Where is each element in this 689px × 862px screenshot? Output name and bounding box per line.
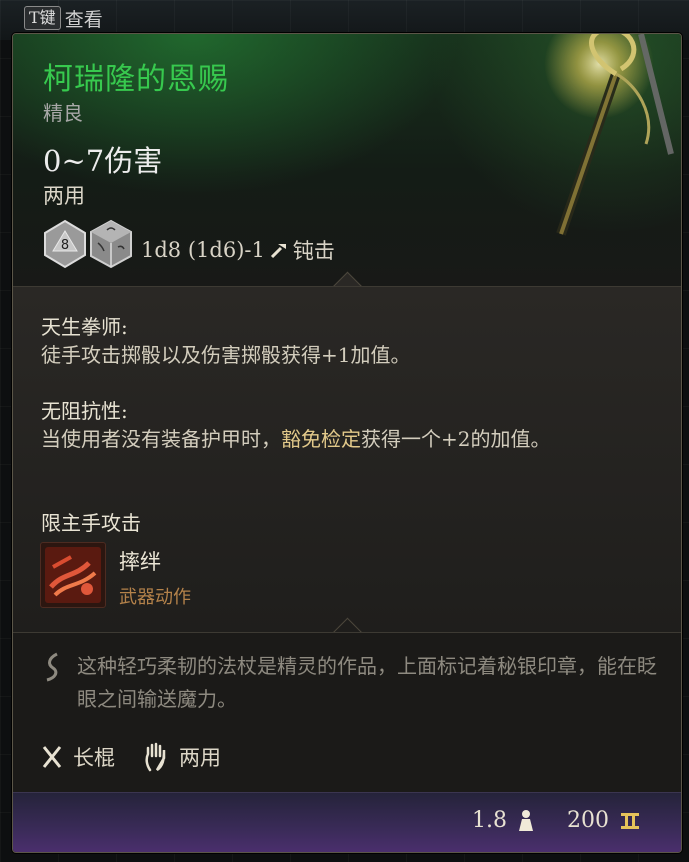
action-icon-box[interactable]: [40, 542, 106, 608]
dice-line: 1d8 (1d6)-1 钝击: [141, 235, 335, 265]
hand-icon: [145, 742, 166, 772]
gold-value: 200: [567, 808, 609, 833]
lore-text: 这种轻巧柔韧的法杖是精灵的作品，上面标记着秘银印章，能在眨眼之间输送魔力。: [77, 654, 657, 711]
item-tags: 长棍 两用: [41, 742, 249, 772]
damage-dice: 8: [43, 219, 133, 269]
weight-icon: [519, 809, 533, 831]
die-value: 8: [61, 238, 69, 253]
d8-die-icon: 8: [44, 219, 86, 269]
action-type: 武器动作: [119, 587, 191, 608]
weight-value: 1.8: [472, 808, 507, 833]
tag-versatile: 两用: [143, 742, 221, 772]
gold-coin-icon: [621, 812, 639, 829]
damage-type: 钝击: [292, 239, 335, 263]
item-rarity: 精良: [43, 101, 83, 125]
lore-quill-icon: [46, 652, 58, 682]
tag-quarterstaff: 长棍: [41, 742, 115, 772]
item-handedness: 两用: [43, 184, 85, 208]
dice-formula: 1d8 (1d6)-1: [141, 238, 265, 262]
footer-values: 1.8 200: [472, 808, 641, 833]
hint-key: T键: [24, 6, 61, 30]
value-stat: 200: [567, 808, 641, 833]
tooltip-header: 柯瑞隆的恩赐 精良 0~7伤害 两用 8 1d8 (1d6)-1 钝击: [13, 34, 681, 286]
item-tooltip: 柯瑞隆的恩赐 精良 0~7伤害 两用 8 1d8 (1d6)-1 钝击 天生拳师…: [12, 33, 682, 853]
feature-desc: 徒手攻击掷骰以及伤害掷骰获得+1加值。: [41, 343, 411, 367]
saving-throw-link[interactable]: 豁免检定: [281, 427, 361, 451]
weight-stat: 1.8: [472, 808, 535, 833]
feature-desc: 当使用者没有装备护甲时，豁免检定获得一个+2的加值。: [41, 427, 551, 451]
staff-illustration-icon: [544, 34, 674, 236]
quarterstaff-icon: [42, 746, 62, 768]
d6-die-icon: [90, 219, 132, 269]
hint-label: 查看: [64, 8, 103, 31]
feature-title: 无阻抗性:: [41, 399, 128, 423]
tag-label: 长棍: [73, 746, 115, 770]
feature-title: 天生拳师:: [41, 315, 128, 339]
mainhand-label: 限主手攻击: [41, 511, 141, 535]
action-name: 摔绊: [119, 550, 161, 574]
inspect-hint: T键 查看: [24, 4, 103, 32]
item-damage: 0~7伤害: [43, 144, 163, 178]
tag-label: 两用: [179, 746, 221, 770]
bludgeoning-icon: [270, 244, 286, 259]
trip-attack-icon: [45, 547, 101, 603]
item-name: 柯瑞隆的恩赐: [43, 62, 229, 97]
